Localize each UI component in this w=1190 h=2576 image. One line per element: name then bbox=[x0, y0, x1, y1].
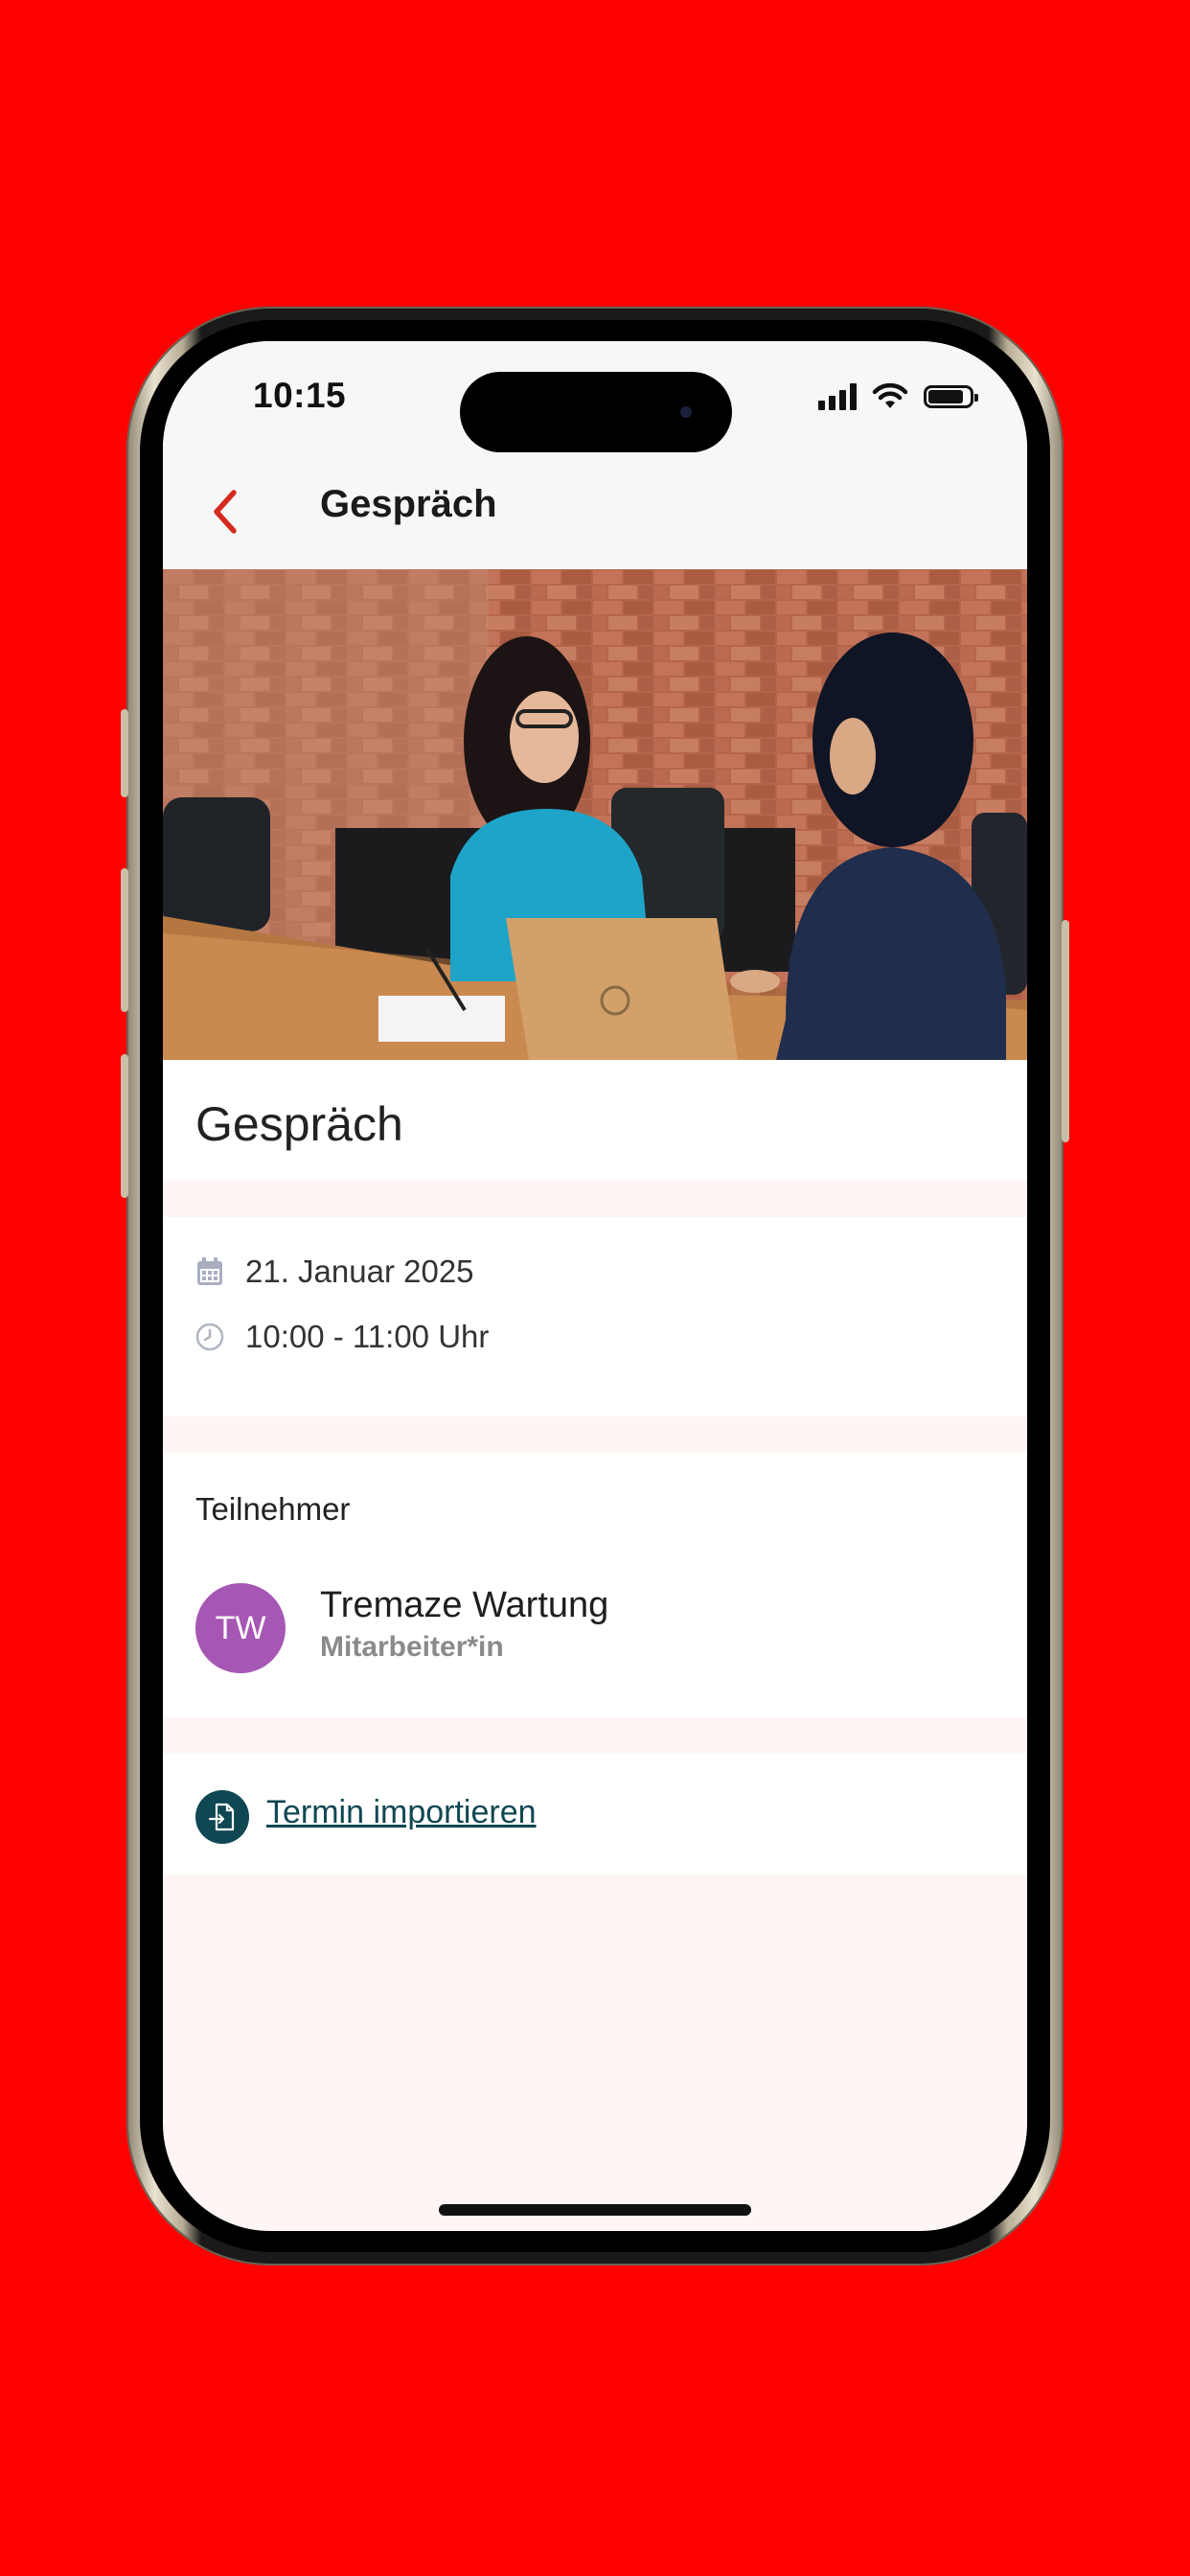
calendar-import-icon bbox=[208, 1803, 235, 1831]
dynamic-island bbox=[460, 372, 732, 452]
participants-heading: Teilnehmer bbox=[195, 1491, 351, 1527]
event-title: Gespräch bbox=[195, 1097, 403, 1151]
volume-down-button bbox=[121, 1054, 128, 1198]
power-button bbox=[1062, 920, 1069, 1142]
volume-up-button bbox=[121, 868, 128, 1012]
home-indicator[interactable] bbox=[439, 2204, 751, 2216]
status-time: 10:15 bbox=[253, 376, 347, 415]
camera-dot bbox=[680, 406, 692, 418]
import-section: Termin importieren bbox=[163, 1754, 1027, 1874]
participants-section: Teilnehmer TW Tremaze Wartung Mitarbeite… bbox=[163, 1453, 1027, 1717]
avatar: TW bbox=[195, 1583, 286, 1673]
event-date: 21. Januar 2025 bbox=[245, 1254, 474, 1289]
import-button[interactable] bbox=[195, 1790, 249, 1844]
time-row: 10:00 - 11:00 Uhr bbox=[195, 1319, 489, 1355]
signal-icon bbox=[818, 383, 857, 410]
navigation-header: 10:15 Gespräch bbox=[163, 341, 1027, 569]
page-title: Gespräch bbox=[320, 483, 497, 525]
back-button[interactable] bbox=[199, 483, 253, 540]
clock-icon bbox=[195, 1322, 224, 1351]
event-datetime-section: 21. Januar 2025 10:00 - 11:00 Uhr bbox=[163, 1217, 1027, 1416]
action-button bbox=[121, 709, 128, 797]
calendar-icon bbox=[197, 1257, 222, 1285]
event-time: 10:00 - 11:00 Uhr bbox=[245, 1319, 490, 1354]
date-row: 21. Januar 2025 bbox=[195, 1254, 474, 1290]
event-image bbox=[163, 569, 1027, 1060]
wifi-icon bbox=[872, 383, 908, 408]
participant-name: Tremaze Wartung bbox=[320, 1585, 609, 1625]
status-icons bbox=[818, 383, 978, 410]
import-appointment-link[interactable]: Termin importieren bbox=[266, 1794, 537, 1831]
app-screen: 10:15 Gespräch Gespräch 21. Januar 2025 … bbox=[163, 341, 1027, 2231]
event-title-section: Gespräch bbox=[163, 1060, 1027, 1181]
battery-icon bbox=[924, 385, 978, 408]
participant-role: Mitarbeiter*in bbox=[320, 1631, 504, 1663]
chevron-left-icon bbox=[214, 490, 237, 534]
